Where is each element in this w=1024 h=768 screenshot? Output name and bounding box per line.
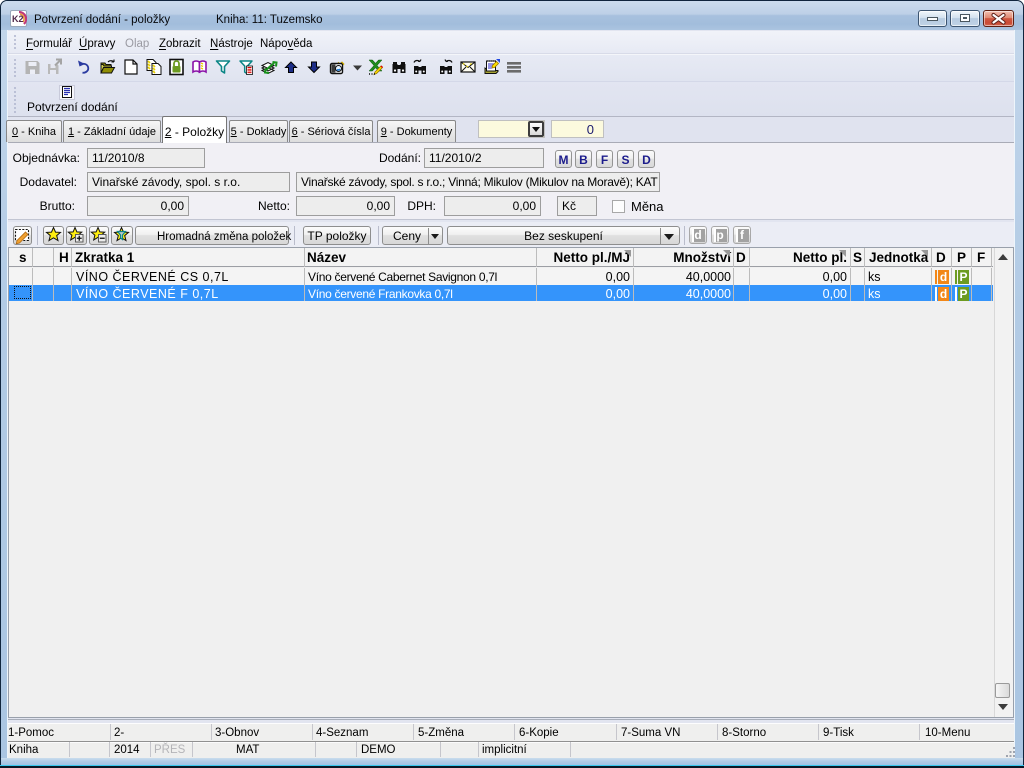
svg-text:K2: K2 [12, 14, 24, 24]
